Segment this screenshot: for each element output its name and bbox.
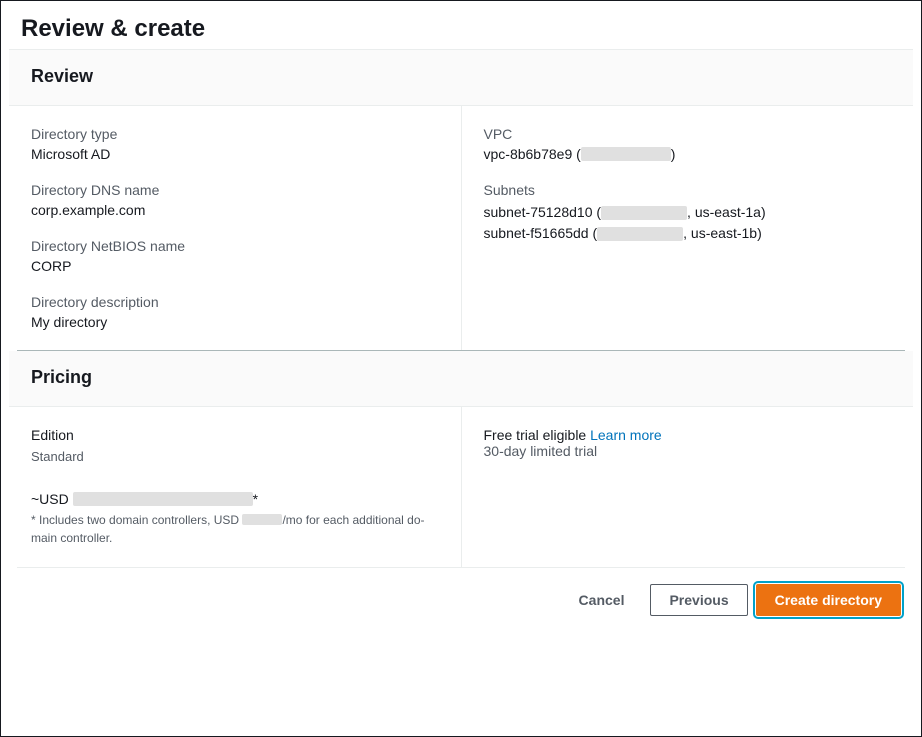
create-directory-button[interactable]: Create directory — [756, 584, 901, 616]
subnet-2-redacted — [597, 227, 683, 241]
review-panel: Directory type Microsoft AD Directory DN… — [9, 106, 913, 350]
pricing-left-col: Edition Standard ~USD * * Includes two d… — [9, 407, 461, 567]
page-title: Review & create — [1, 1, 921, 49]
freetrial-label: Free trial eligible — [484, 427, 591, 443]
review-right-col: VPC vpc-8b6b78e9 () Subnets subnet-75128… — [461, 106, 914, 350]
previous-button[interactable]: Previous — [650, 584, 747, 616]
pricing-footnote: * Includes two domain controllers, USD /… — [31, 511, 439, 547]
pricing-price-redacted — [73, 492, 253, 506]
netbios-label: Directory NetBIOS name — [31, 238, 439, 254]
edition-value: Standard — [31, 447, 439, 467]
learn-more-link[interactable]: Learn more — [590, 427, 662, 443]
edition-label: Edition — [31, 427, 439, 443]
pricing-right-col: Free trial eligible Learn more 30-day li… — [461, 407, 914, 567]
description-value: My directory — [31, 314, 439, 330]
subnet-2-prefix: subnet-f51665dd ( — [484, 225, 598, 241]
pricing-footnote-line2: main controller. — [31, 531, 112, 545]
directory-type-label: Directory type — [31, 126, 439, 142]
subnets-label: Subnets — [484, 182, 892, 198]
directory-type-group: Directory type Microsoft AD — [31, 126, 439, 162]
review-section-header: Review — [9, 49, 913, 106]
pricing-footnote-suffix: /mo for each additional do- — [282, 513, 424, 527]
subnet-1: subnet-75128d10 ( , us-east-1a) — [484, 202, 892, 223]
dns-name-value: corp.example.com — [31, 202, 439, 218]
pricing-price-suffix: * — [253, 491, 258, 507]
directory-type-value: Microsoft AD — [31, 146, 439, 162]
netbios-group: Directory NetBIOS name CORP — [31, 238, 439, 274]
pricing-footnote-prefix: * Includes two domain controllers, USD — [31, 513, 242, 527]
dns-name-group: Directory DNS name corp.example.com — [31, 182, 439, 218]
pricing-price-prefix: ~USD — [31, 491, 73, 507]
pricing-heading: Pricing — [31, 367, 891, 388]
vpc-group: VPC vpc-8b6b78e9 () — [484, 126, 892, 162]
review-left-col: Directory type Microsoft AD Directory DN… — [9, 106, 461, 350]
container: Review Directory type Microsoft AD Direc… — [1, 49, 921, 640]
vpc-value: vpc-8b6b78e9 () — [484, 146, 892, 162]
dns-name-label: Directory DNS name — [31, 182, 439, 198]
footer-actions: Cancel Previous Create directory — [9, 568, 913, 632]
vpc-prefix: vpc-8b6b78e9 ( — [484, 146, 581, 162]
freetrial-label-row: Free trial eligible Learn more — [484, 427, 892, 443]
pricing-footnote-redacted — [242, 514, 282, 525]
cancel-button[interactable]: Cancel — [561, 584, 643, 616]
subnet-1-suffix: , us-east-1a) — [687, 204, 766, 220]
pricing-panel: Edition Standard ~USD * * Includes two d… — [9, 407, 913, 567]
vpc-suffix: ) — [671, 146, 676, 162]
netbios-value: CORP — [31, 258, 439, 274]
freetrial-value: 30-day limited trial — [484, 443, 892, 459]
subnet-2-suffix: , us-east-1b) — [683, 225, 762, 241]
subnet-2: subnet-f51665dd ( , us-east-1b) — [484, 223, 892, 244]
description-group: Directory description My directory — [31, 294, 439, 330]
subnets-group: Subnets subnet-75128d10 ( , us-east-1a) s… — [484, 182, 892, 244]
freetrial-group: Free trial eligible Learn more 30-day li… — [484, 427, 892, 459]
vpc-label: VPC — [484, 126, 892, 142]
review-heading: Review — [31, 66, 891, 87]
description-label: Directory description — [31, 294, 439, 310]
vpc-redacted — [581, 147, 671, 161]
subnet-1-redacted — [601, 206, 687, 220]
edition-group: Edition Standard ~USD * * Includes two d… — [31, 427, 439, 547]
pricing-section-header: Pricing — [9, 351, 913, 407]
pricing-price: ~USD * — [31, 491, 439, 507]
subnet-1-prefix: subnet-75128d10 ( — [484, 204, 602, 220]
